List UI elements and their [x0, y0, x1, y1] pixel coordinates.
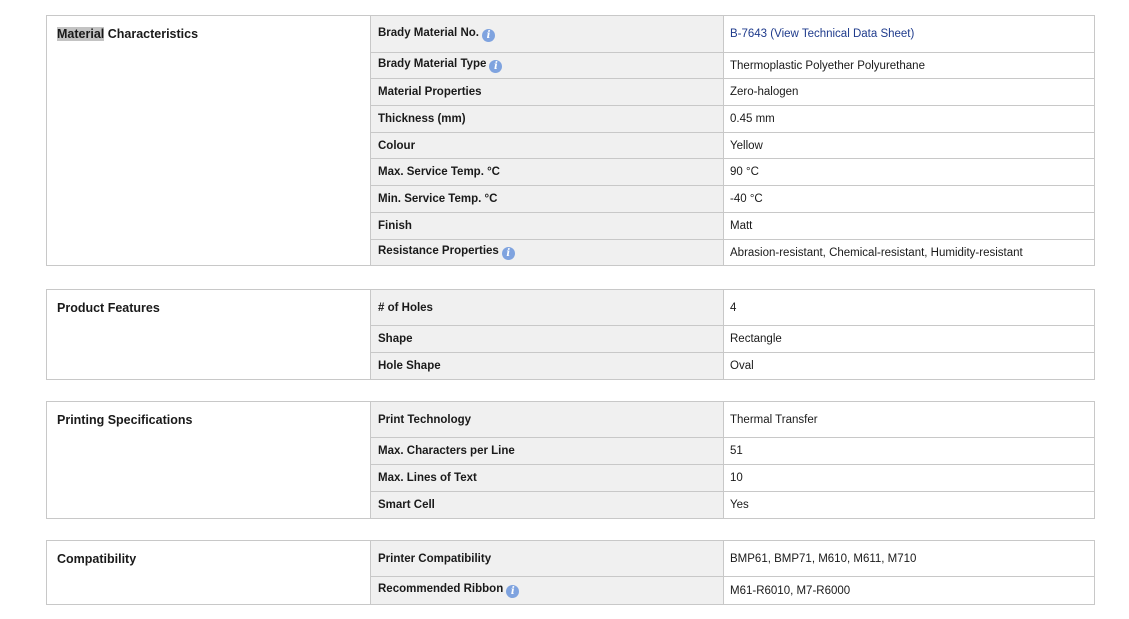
material-characteristics-table: Material Characteristics Brady Material …: [46, 15, 1095, 266]
val-min-service-temp: -40 °C: [723, 185, 1095, 213]
attr-recommended-ribbon: Recommended Ribbon i: [370, 576, 724, 605]
val-shape: Rectangle: [723, 325, 1095, 353]
attr-material-properties: Material Properties: [370, 78, 724, 106]
attr-brady-material-no: Brady Material No. i: [370, 15, 724, 53]
val-brady-material-type: Thermoplastic Polyether Polyurethane: [723, 52, 1095, 79]
val-recommended-ribbon: M61-R6010, M7-R6000: [723, 576, 1095, 605]
section-title-material: Material Characteristics: [46, 15, 371, 266]
val-material-properties: Zero-halogen: [723, 78, 1095, 106]
technical-data-sheet-link[interactable]: B-7643 (View Technical Data Sheet): [730, 28, 914, 40]
section-title-compatibility: Compatibility: [46, 540, 371, 605]
attr-resistance-properties: Resistance Properties i: [370, 239, 724, 266]
val-brady-material-no: B-7643 (View Technical Data Sheet): [723, 15, 1095, 53]
attr-print-technology: Print Technology: [370, 401, 724, 438]
printing-specifications-table: Printing Specifications Print Technology…: [46, 401, 1095, 519]
val-print-technology: Thermal Transfer: [723, 401, 1095, 438]
info-icon[interactable]: i: [501, 247, 515, 260]
val-max-lines-of-text: 10: [723, 464, 1095, 492]
val-resistance-properties: Abrasion-resistant, Chemical-resistant, …: [723, 239, 1095, 266]
info-icon[interactable]: i: [481, 28, 495, 42]
compatibility-table: Compatibility Printer Compatibility BMP6…: [46, 540, 1095, 605]
section-title-highlight: Material: [57, 27, 105, 41]
val-hole-shape: Oval: [723, 352, 1095, 380]
info-icon[interactable]: i: [506, 585, 520, 598]
attr-smart-cell: Smart Cell: [370, 491, 724, 519]
section-title-printing: Printing Specifications: [46, 401, 371, 519]
val-max-characters-per-line: 51: [723, 437, 1095, 465]
val-finish: Matt: [723, 212, 1095, 240]
attr-colour: Colour: [370, 132, 724, 159]
attr-max-service-temp: Max. Service Temp. °C: [370, 158, 724, 186]
product-features-table: Product Features # of Holes 4 Shape Rect…: [46, 289, 1095, 380]
val-number-of-holes: 4: [723, 289, 1095, 326]
info-icon[interactable]: i: [489, 60, 503, 73]
attr-finish: Finish: [370, 212, 724, 240]
val-colour: Yellow: [723, 132, 1095, 159]
attr-printer-compatibility: Printer Compatibility: [370, 540, 724, 577]
attr-min-service-temp: Min. Service Temp. °C: [370, 185, 724, 213]
attr-max-characters-per-line: Max. Characters per Line: [370, 437, 724, 465]
attr-max-lines-of-text: Max. Lines of Text: [370, 464, 724, 492]
section-title-rest: Characteristics: [104, 27, 199, 41]
section-title-features: Product Features: [46, 289, 371, 380]
val-max-service-temp: 90 °C: [723, 158, 1095, 186]
attr-hole-shape: Hole Shape: [370, 352, 724, 380]
val-smart-cell: Yes: [723, 491, 1095, 519]
val-printer-compatibility: BMP61, BMP71, M610, M611, M710: [723, 540, 1095, 577]
attr-number-of-holes: # of Holes: [370, 289, 724, 326]
attr-thickness: Thickness (mm): [370, 105, 724, 133]
val-thickness: 0.45 mm: [723, 105, 1095, 133]
attr-brady-material-type: Brady Material Type i: [370, 52, 724, 79]
attr-shape: Shape: [370, 325, 724, 353]
